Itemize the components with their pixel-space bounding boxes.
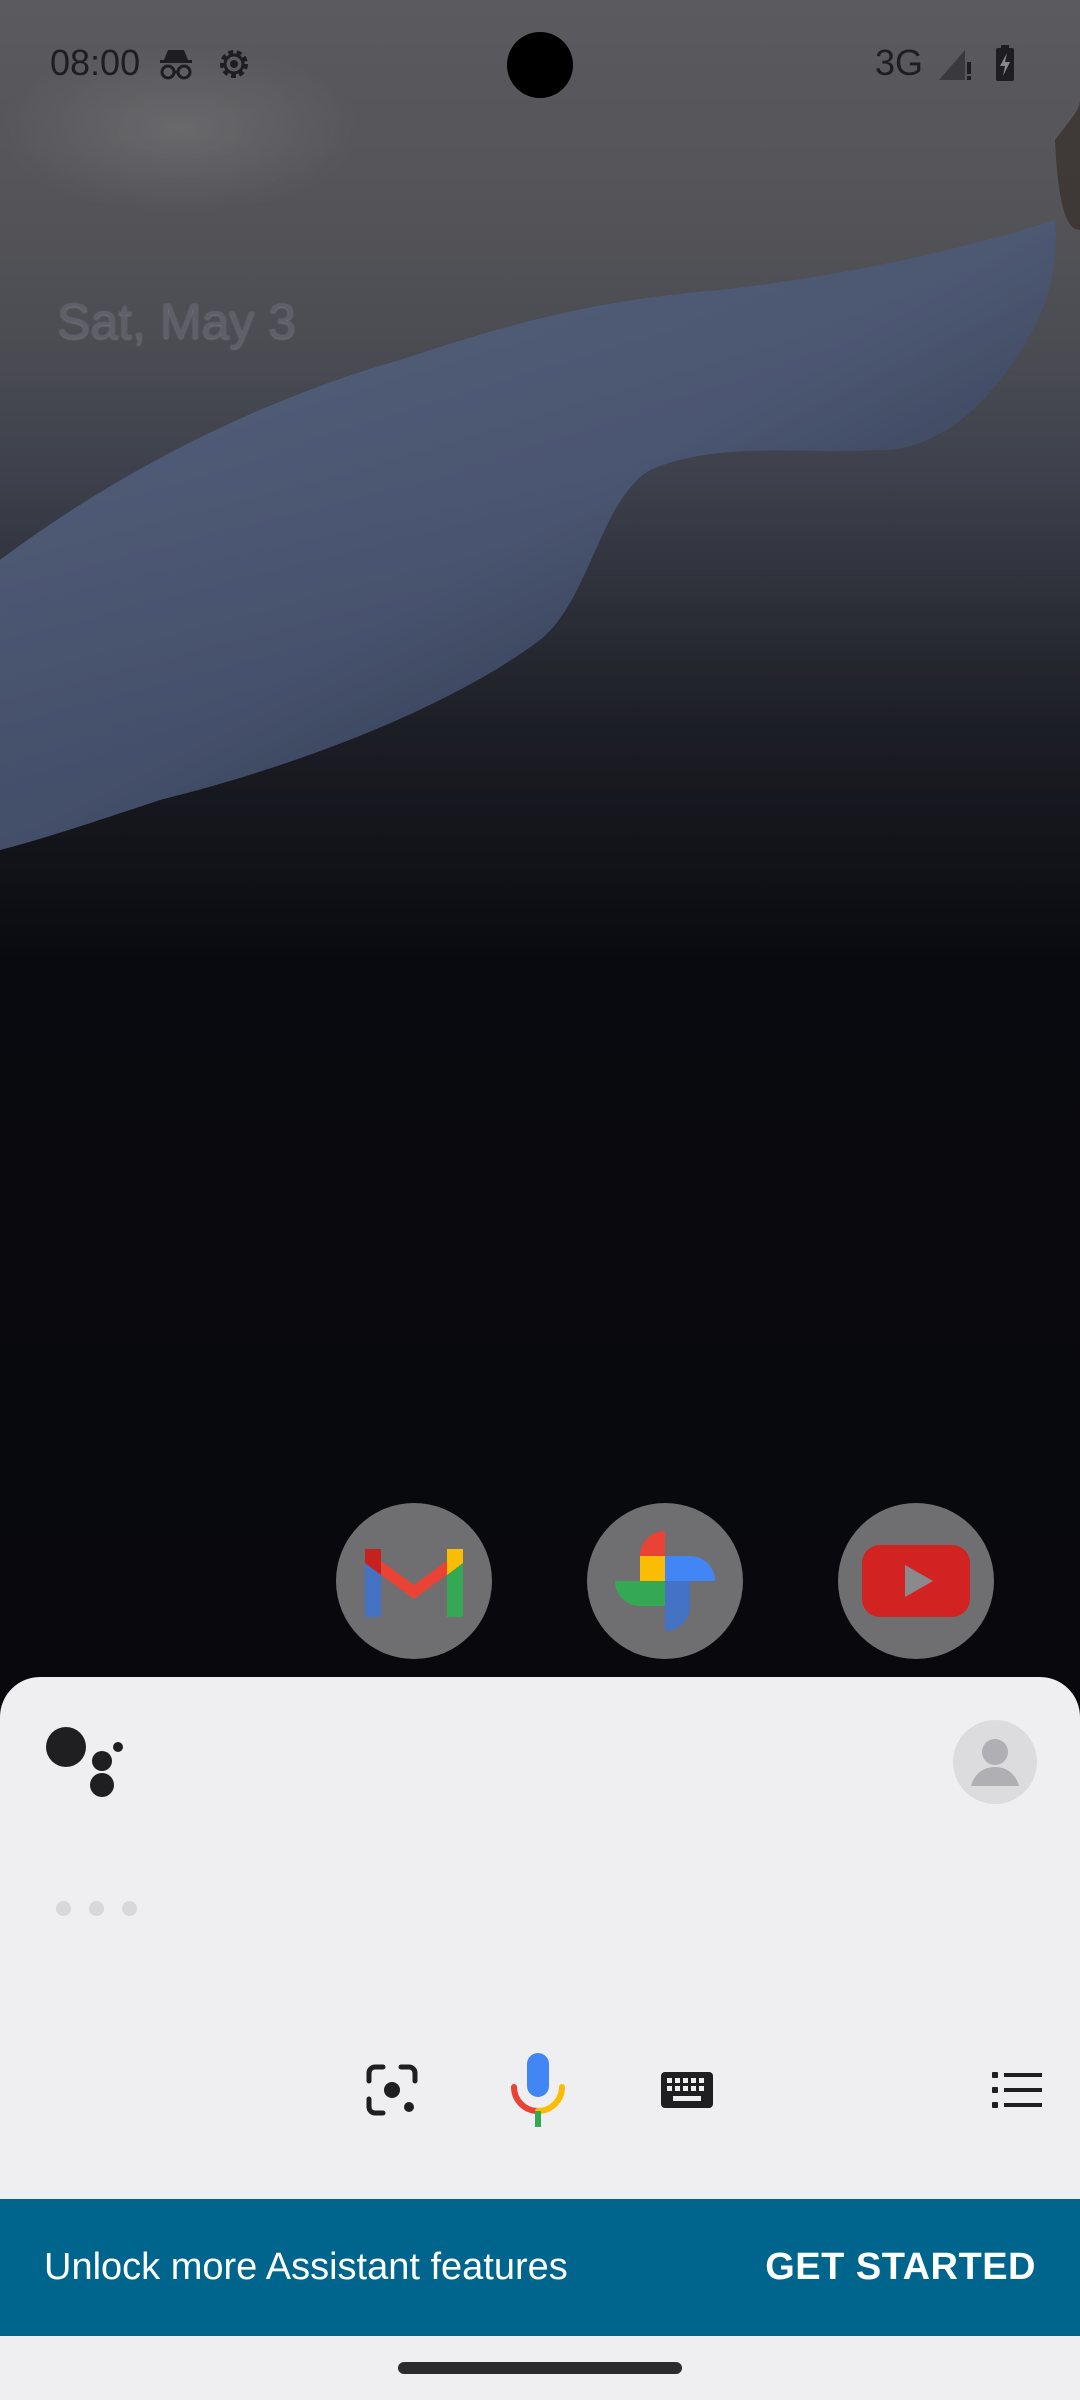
youtube-icon	[862, 1545, 970, 1617]
avatar-placeholder-icon	[971, 1739, 1019, 1786]
settings-gear-icon	[214, 44, 254, 84]
typing-indicator	[56, 1901, 137, 1916]
keyboard-icon	[661, 2072, 713, 2108]
keyboard-button[interactable]	[652, 2055, 722, 2125]
mic-icon	[511, 2053, 565, 2127]
get-started-button[interactable]: GET STARTED	[765, 2246, 1036, 2289]
photos-icon	[615, 1531, 715, 1631]
lens-icon	[366, 2064, 418, 2116]
account-avatar[interactable]	[953, 1720, 1037, 1804]
camera-cutout	[507, 32, 573, 98]
battery-charging-icon	[985, 44, 1025, 84]
photos-app[interactable]	[587, 1503, 743, 1659]
home-gesture-bar[interactable]	[398, 2362, 682, 2374]
gmail-icon	[365, 1549, 463, 1617]
network-type-label: 3G	[875, 42, 924, 83]
promo-text: Unlock more Assistant features	[44, 2246, 568, 2288]
lens-button[interactable]	[357, 2055, 427, 2125]
snapshot-button[interactable]	[982, 2055, 1052, 2125]
signal-icon	[935, 44, 975, 84]
status-bar: 08:00 3G	[0, 0, 1080, 130]
assistant-logo-icon	[46, 1727, 123, 1797]
snapshot-list-icon	[992, 2072, 1042, 2108]
incognito-icon	[156, 44, 196, 84]
assistant-promo-banner: Unlock more Assistant features GET START…	[0, 2199, 1080, 2336]
status-time: 08:00	[50, 42, 141, 83]
home-date[interactable]: Sat, May 3	[57, 292, 296, 350]
mic-button[interactable]	[503, 2047, 573, 2133]
gmail-app[interactable]	[336, 1503, 492, 1659]
youtube-app[interactable]	[838, 1503, 994, 1659]
scrim-overlay	[0, 0, 1080, 1700]
